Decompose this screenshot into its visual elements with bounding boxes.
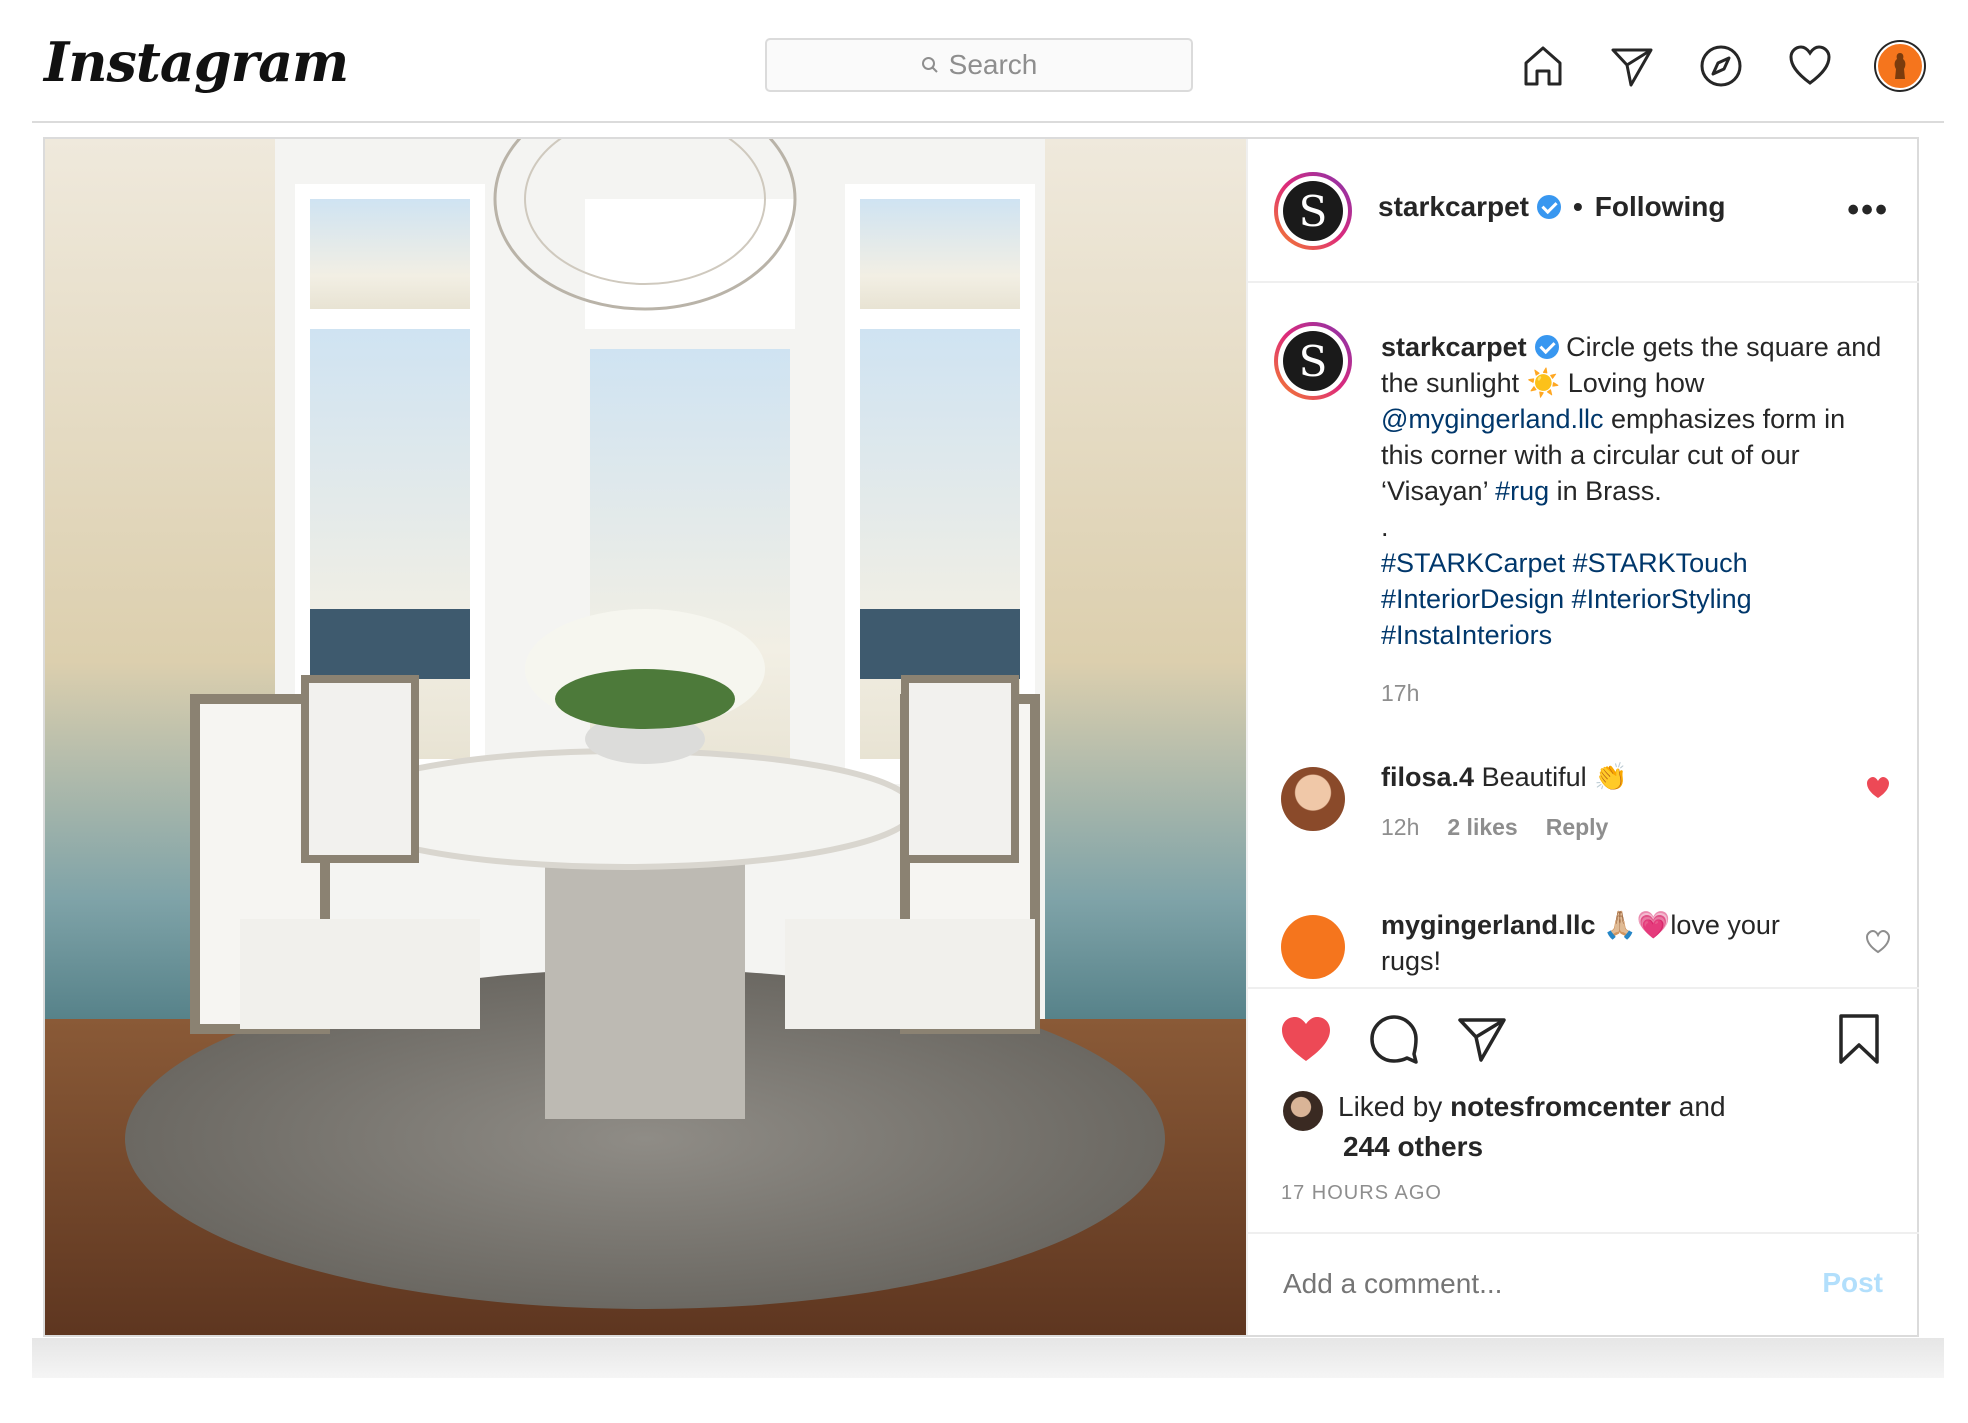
nav-icons — [1520, 42, 1924, 90]
post-image[interactable] — [45, 139, 1246, 1335]
author-avatar-letter: S — [1283, 181, 1343, 241]
sun-emoji: ☀️ — [1526, 368, 1561, 398]
instagram-logo[interactable]: Instagram — [44, 30, 349, 94]
explore-icon[interactable] — [1698, 43, 1744, 89]
comment-username[interactable]: filosa.4 — [1381, 762, 1474, 792]
comment-icon[interactable] — [1364, 1009, 1424, 1069]
liked-by-user[interactable]: notesfromcenter — [1450, 1091, 1671, 1122]
action-buttons — [1276, 1009, 1512, 1069]
hashtags-link[interactable]: #STARKCarpet #STARKTouch #InteriorDesign… — [1381, 545, 1891, 653]
save-bookmark-icon[interactable] — [1829, 1009, 1889, 1069]
caption-username[interactable]: starkcarpet — [1381, 332, 1527, 362]
hashtag-rug-link[interactable]: #rug — [1495, 476, 1549, 506]
profile-avatar[interactable] — [1876, 42, 1924, 90]
comment-text: mygingerland.llc 🙏🏼💗love your rugs! — [1381, 907, 1841, 979]
liked-by-prefix: Liked by — [1338, 1091, 1443, 1122]
liked-by-others[interactable]: 244 others — [1343, 1127, 1726, 1167]
mention-link[interactable]: @mygingerland.llc — [1381, 404, 1604, 434]
liker-avatar[interactable] — [1283, 1091, 1323, 1131]
add-comment-bar: Post — [1248, 1232, 1919, 1337]
caption-avatar-letter: S — [1283, 331, 1343, 391]
separator-dot: • — [1572, 191, 1583, 222]
post-header: S starkcarpet • Following ••• — [1248, 139, 1919, 283]
search-icon — [921, 56, 939, 74]
reply-button[interactable]: Reply — [1546, 814, 1609, 841]
comment-username[interactable]: mygingerland.llc — [1381, 910, 1596, 940]
comment-like-heart-icon[interactable] — [1865, 929, 1891, 955]
more-options-icon[interactable]: ••• — [1847, 191, 1889, 230]
share-direct-icon[interactable] — [1452, 1009, 1512, 1069]
verified-badge-icon — [1536, 195, 1561, 219]
caption-text-2: Loving how — [1567, 368, 1705, 398]
direct-icon[interactable] — [1609, 43, 1655, 89]
author-username[interactable]: starkcarpet — [1378, 191, 1529, 223]
home-icon[interactable] — [1520, 43, 1566, 89]
comment-liked-heart-icon[interactable] — [1865, 775, 1891, 801]
top-nav: Instagram Search — [32, 0, 1944, 123]
search-placeholder: Search — [948, 49, 1038, 80]
add-comment-input[interactable] — [1281, 1267, 1805, 1301]
post-timestamp[interactable]: 17 HOURS AGO — [1281, 1182, 1442, 1205]
commenter-avatar[interactable] — [1281, 915, 1345, 979]
caption: starkcarpet Circle gets the square and t… — [1381, 329, 1891, 711]
dining-room-photo — [45, 139, 1246, 1335]
activity-heart-icon[interactable] — [1787, 43, 1833, 89]
author-avatar[interactable]: S — [1274, 172, 1352, 250]
following-button[interactable]: Following — [1595, 191, 1726, 223]
caption-author-avatar[interactable]: S — [1274, 322, 1352, 400]
silhouette-icon — [1894, 53, 1906, 79]
commenter-avatar[interactable] — [1281, 767, 1345, 831]
comment-likes[interactable]: 2 likes — [1447, 814, 1517, 841]
comment-meta: 12h 2 likes Reply — [1381, 814, 1608, 841]
post-sidebar: S starkcarpet • Following ••• S starkcar… — [1246, 139, 1919, 1335]
verified-badge-icon — [1534, 335, 1559, 359]
comment-body: Beautiful 👏 — [1481, 762, 1628, 792]
post-card: S starkcarpet • Following ••• S starkcar… — [43, 137, 1919, 1337]
page-footer-shadow — [32, 1338, 1944, 1378]
like-heart-icon[interactable] — [1276, 1009, 1336, 1069]
comment-time[interactable]: 12h — [1381, 814, 1419, 841]
caption-time[interactable]: 17h — [1381, 675, 1891, 711]
liked-by-and: and — [1678, 1091, 1726, 1122]
liked-by: Liked by notesfromcenter and 244 others — [1283, 1087, 1726, 1167]
caption-dot: . — [1381, 512, 1389, 542]
comment-text: filosa.4 Beautiful 👏 — [1381, 759, 1841, 795]
caption-text-4: in Brass. — [1556, 476, 1662, 506]
post-comment-button[interactable]: Post — [1822, 1267, 1883, 1299]
search-box[interactable]: Search — [765, 38, 1193, 92]
